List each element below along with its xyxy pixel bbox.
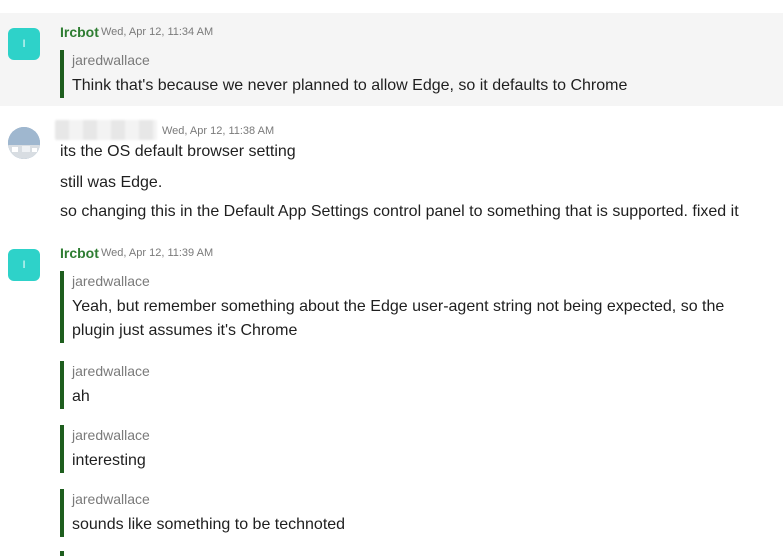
avatar[interactable]: I bbox=[8, 249, 40, 281]
message-timestamp[interactable]: Wed, Apr 12, 11:34 AM bbox=[101, 26, 213, 38]
message-timestamp[interactable]: Wed, Apr 12, 11:39 AM bbox=[101, 247, 213, 259]
avatar-photo-icon bbox=[8, 127, 40, 159]
quote-block-partial bbox=[60, 551, 72, 556]
message-text: still was Edge. bbox=[60, 174, 163, 191]
quote-block: jaredwallace interesting bbox=[60, 425, 150, 473]
quote-author: jaredwallace bbox=[72, 491, 150, 507]
avatar[interactable]: I bbox=[8, 28, 40, 60]
quote-block: jaredwallace sounds like something to be… bbox=[60, 489, 345, 537]
quote-block: jaredwallace Yeah, but remember somethin… bbox=[60, 271, 762, 343]
quote-author: jaredwallace bbox=[72, 52, 150, 68]
avatar-letter: I bbox=[22, 38, 26, 50]
avatar[interactable] bbox=[8, 127, 40, 159]
quote-author: jaredwallace bbox=[72, 273, 150, 289]
quote-text: sounds like something to be technoted bbox=[72, 516, 346, 533]
quote-text: interesting bbox=[72, 452, 146, 469]
quote-author: jaredwallace bbox=[72, 363, 150, 379]
quote-author: jaredwallace bbox=[72, 427, 150, 443]
quote-text: Think that's because we never planned to… bbox=[72, 77, 628, 94]
message-author[interactable]: Ircbot bbox=[60, 24, 99, 40]
avatar-letter: I bbox=[22, 259, 26, 271]
message-text: so changing this in the Default App Sett… bbox=[60, 203, 739, 220]
message-timestamp[interactable]: Wed, Apr 12, 11:38 AM bbox=[162, 125, 274, 137]
quote-text: ah bbox=[72, 388, 90, 405]
message-text: its the OS default browser setting bbox=[60, 143, 296, 160]
redacted-author-name bbox=[55, 120, 157, 140]
quote-block: jaredwallace ah bbox=[60, 361, 150, 409]
message-author[interactable]: Ircbot bbox=[60, 245, 99, 261]
quote-block: jaredwallace Think that's because we nev… bbox=[60, 50, 627, 98]
quote-text: Yeah, but remember something about the E… bbox=[72, 298, 725, 339]
